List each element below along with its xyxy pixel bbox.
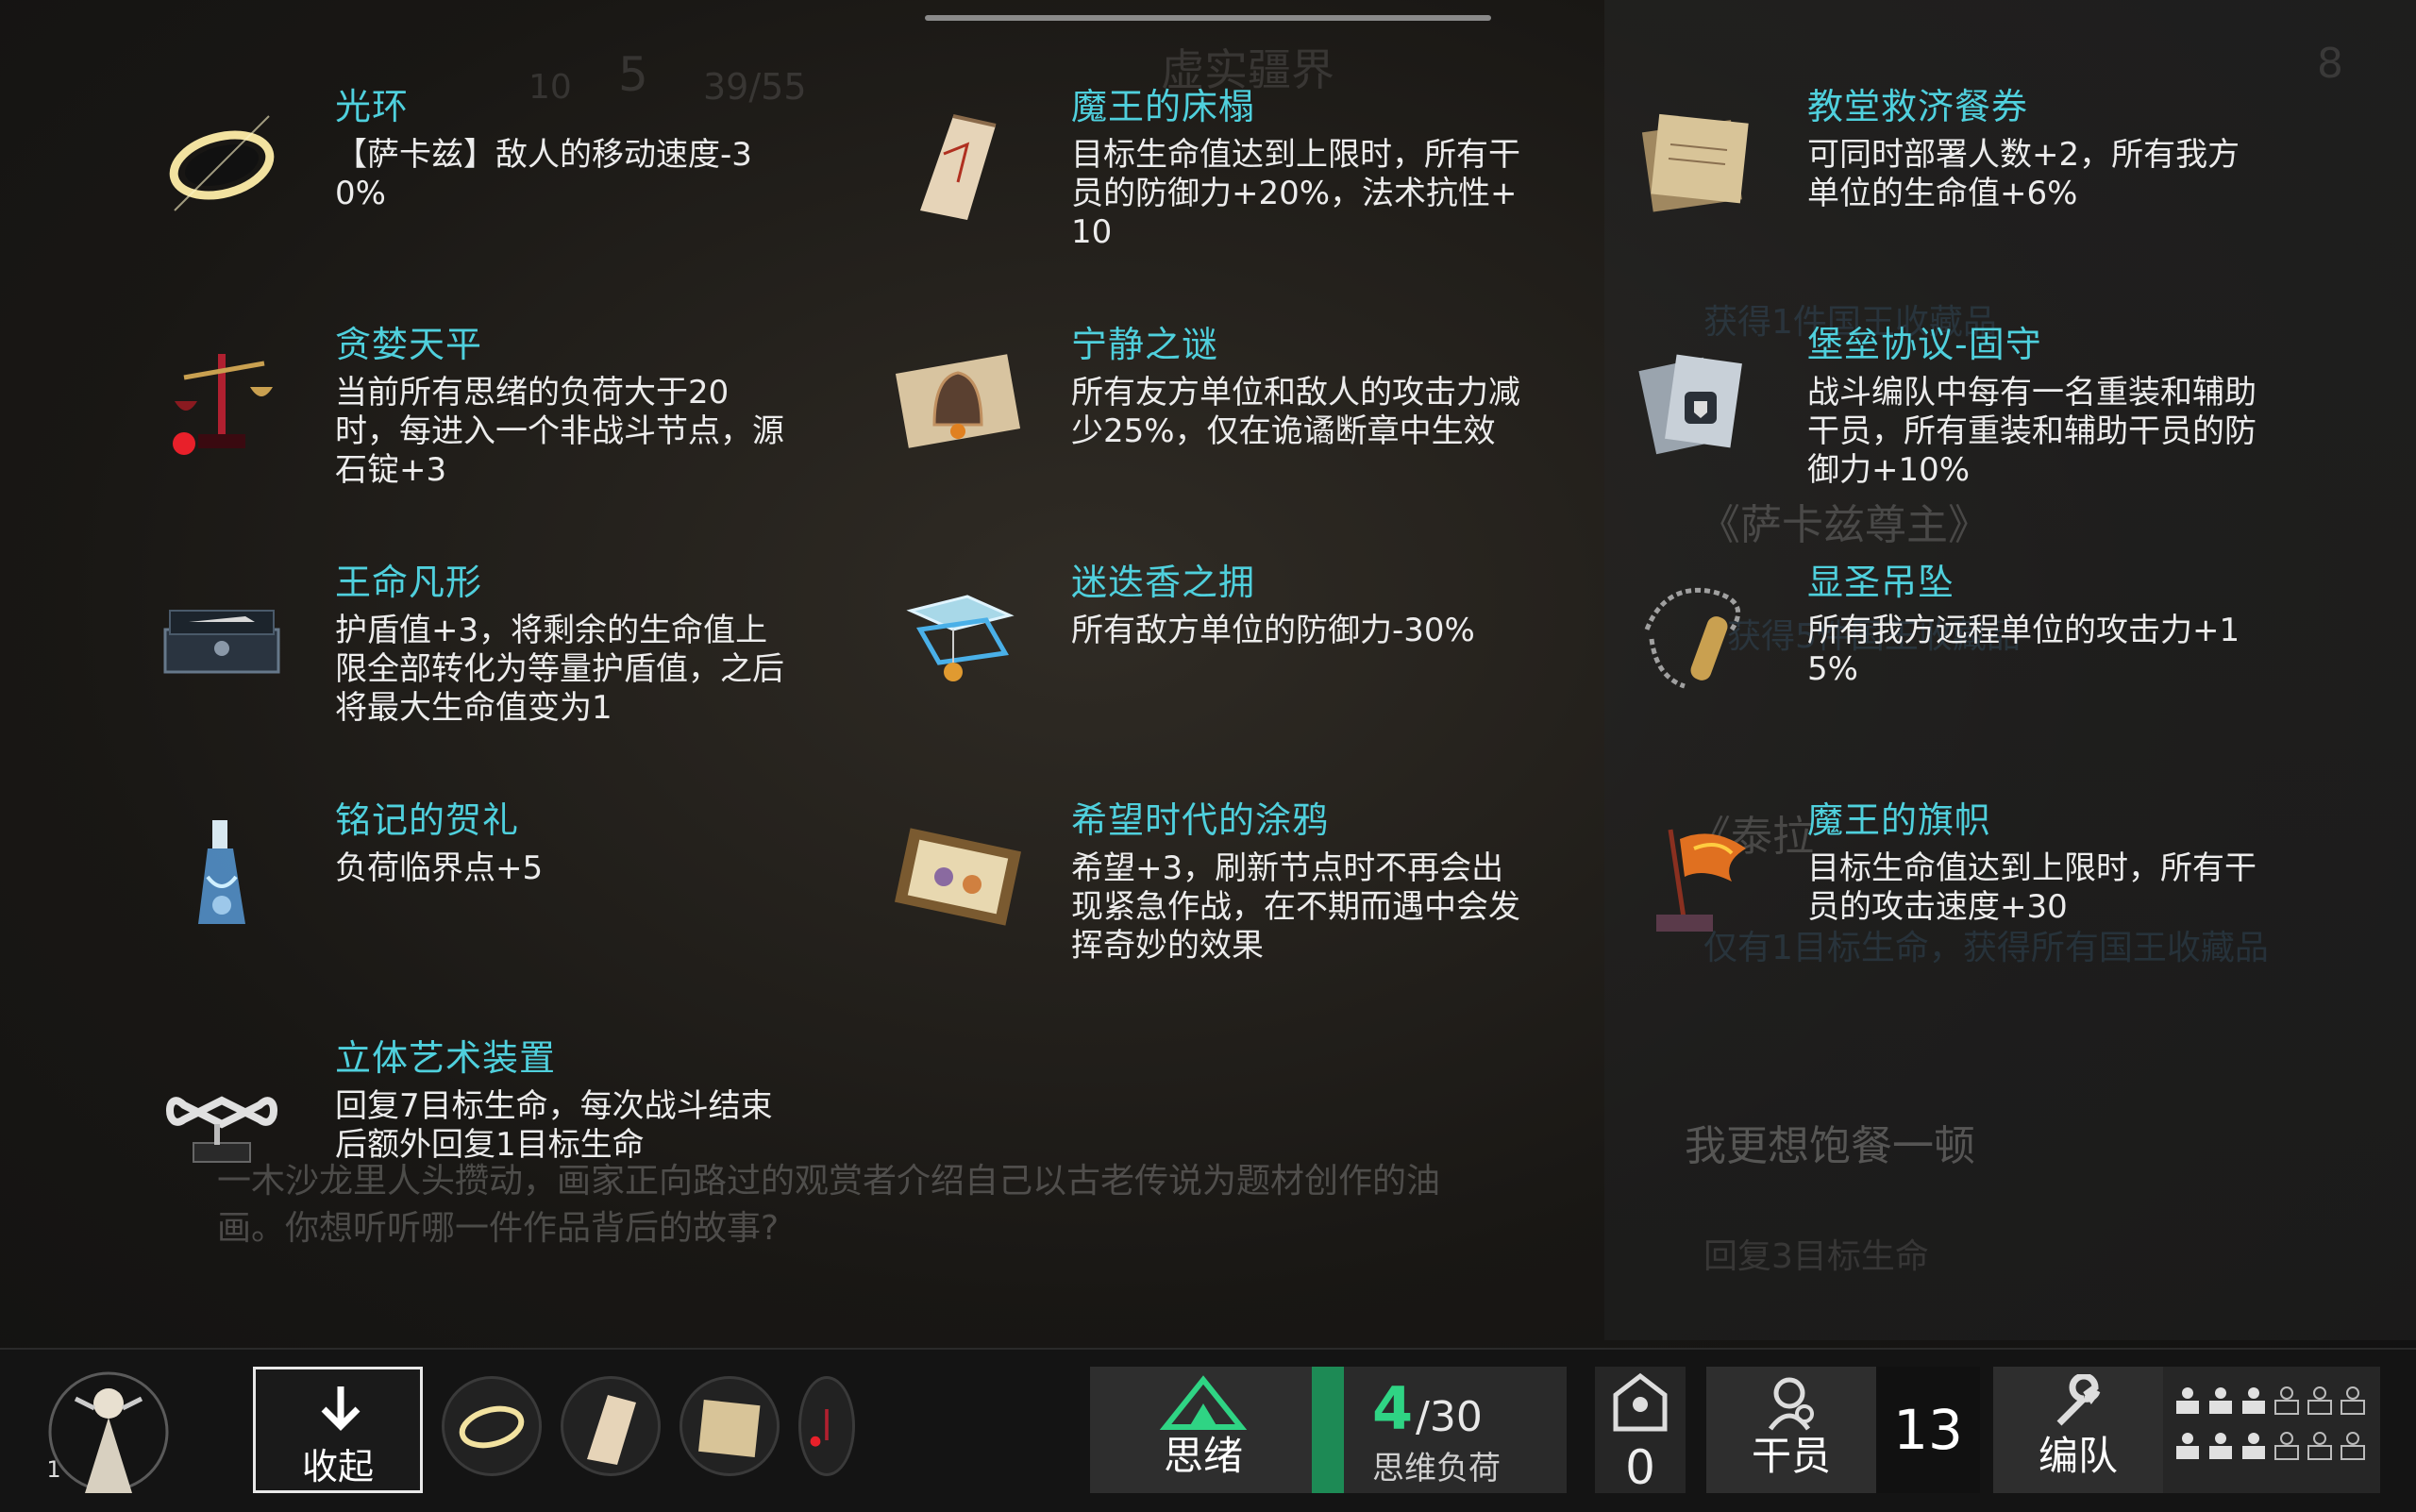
scroll-icon <box>587 1395 636 1465</box>
item-card[interactable]: 教堂救济餐券 可同时部署人数+2，所有我方单位的生命值+6% <box>1623 83 2359 300</box>
item-desc: 所有我方远程单位的攻击力+15% <box>1807 612 2240 688</box>
bg-option-sub: 回复3目标生命 <box>1703 1237 1929 1276</box>
collected-slot-papers[interactable] <box>680 1376 780 1476</box>
squad-label: 编队 <box>2038 1433 2118 1479</box>
item-card[interactable]: 铭记的贺礼 负荷临界点+5 <box>151 797 887 1014</box>
item-desc: 回复7目标生命，每次战斗结束后额外回复1目标生命 <box>335 1087 773 1164</box>
collected-slot-scale[interactable] <box>798 1376 855 1476</box>
item-desc: 希望+3，刷新节点时不再会出现紧急作战，在不期而遇中会发挥奇妙的效果 <box>1071 849 1520 965</box>
item-card[interactable]: 显圣吊坠 所有我方远程单位的攻击力+15% <box>1623 559 2359 776</box>
item-name: 迷迭香之拥 <box>1071 562 1256 603</box>
load-max: /30 <box>1416 1393 1483 1441</box>
item-card[interactable]: 魔王的旗帜 目标生命值达到上限时，所有干员的攻击速度+30 <box>1623 797 2359 1014</box>
collected-slot-halo[interactable] <box>442 1376 542 1476</box>
painting-icon <box>887 806 1029 948</box>
squad-slot <box>2340 1432 2365 1460</box>
item-name: 王命凡形 <box>335 562 483 603</box>
load-label: 思维负荷 <box>1372 1450 1501 1487</box>
collected-slot-scroll[interactable] <box>561 1376 661 1476</box>
flag-icon <box>1623 806 1765 948</box>
squad-slot <box>2242 1433 2265 1459</box>
wrench-icon <box>2056 1374 2101 1426</box>
item-card[interactable]: 魔王的床榻 目标生命值达到上限时，所有干员的防御力+20%，法术抗性+10 <box>887 83 1623 300</box>
cage-icon <box>887 568 1029 710</box>
hope-value: 0 <box>1625 1440 1655 1495</box>
item-desc: 可同时部署人数+2，所有我方单位的生命值+6% <box>1807 136 2240 212</box>
item-desc: 护盾值+3，将剩余的生命值上限全部转化为等量护盾值，之后将最大生命值变为1 <box>335 612 784 727</box>
item-card[interactable]: 贪婪天平 当前所有思绪的负荷大于20时，每进入一个非战斗节点，源石锭+3 <box>151 321 887 538</box>
item-card[interactable]: 王命凡形 护盾值+3，将剩余的生命值上限全部转化为等量护盾值，之后将最大生命值变… <box>151 559 887 776</box>
bg-top-right-num: 8 <box>2317 40 2343 88</box>
squad-slot <box>2242 1387 2265 1414</box>
item-name: 魔王的旗帜 <box>1807 799 1992 841</box>
item-name: 显圣吊坠 <box>1807 562 1955 603</box>
item-card[interactable]: 宁静之谜 所有友方单位和敌人的攻击力减少25%，仅在诡谲断章中生效 <box>887 321 1623 538</box>
pendant-icon <box>1623 568 1765 710</box>
squad-slot <box>2274 1386 2299 1415</box>
item-name: 宁静之谜 <box>1071 324 1219 365</box>
item-name: 贪婪天平 <box>335 324 483 365</box>
item-card[interactable]: 迷迭香之拥 所有敌方单位的防御力-30% <box>887 559 1623 776</box>
load-value: 4 <box>1372 1374 1414 1443</box>
operator-label: 干员 <box>1751 1433 1831 1479</box>
item-desc: 目标生命值达到上限时，所有干员的防御力+20%，法术抗性+10 <box>1071 136 1520 251</box>
load-indicator-bar <box>1312 1367 1344 1493</box>
item-desc: 当前所有思绪的负荷大于20时，每进入一个非战斗节点，源石锭+3 <box>335 374 784 489</box>
item-name: 魔王的床榻 <box>1071 86 1256 127</box>
squad-slot <box>2209 1387 2232 1414</box>
squad-slot <box>2307 1432 2332 1460</box>
collapse-label: 收起 <box>301 1446 374 1487</box>
squad-slots-grid <box>2163 1367 2380 1493</box>
bell-icon <box>887 330 1029 472</box>
operator-button[interactable]: 干员 <box>1706 1367 1876 1493</box>
thought-label: 思绪 <box>1163 1433 1243 1479</box>
item-desc: 目标生命值达到上限时，所有干员的攻击速度+30 <box>1807 849 2257 926</box>
papers-icon <box>698 1400 761 1457</box>
squad-slot <box>2176 1433 2199 1459</box>
drawer-handle[interactable] <box>925 15 1491 21</box>
arrow-down-icon <box>321 1386 361 1431</box>
operator-icon <box>1768 1377 1814 1431</box>
squad-slot <box>2176 1387 2199 1414</box>
case-icon <box>151 568 293 710</box>
squad-slot <box>2209 1433 2232 1459</box>
item-desc: 负荷临界点+5 <box>335 849 544 887</box>
item-card[interactable]: 堡垒协议-固守 战斗编队中每有一名重装和辅助干员，所有重装和辅助干员的防御力+1… <box>1623 321 2359 538</box>
item-name: 堡垒协议-固守 <box>1807 324 2042 365</box>
bottle-icon <box>151 806 293 948</box>
squad-slot <box>2307 1386 2332 1415</box>
scroll-icon <box>887 92 1029 234</box>
item-name: 教堂救济餐券 <box>1807 86 2029 127</box>
halo-icon <box>459 1405 525 1449</box>
squad-slot <box>2274 1432 2299 1460</box>
infinity-icon <box>151 1044 293 1185</box>
bg-option: 我更想饱餐一顿 <box>1685 1122 1975 1170</box>
item-card[interactable]: 立体艺术装置 回复7目标生命，每次战斗结束后额外回复1目标生命 <box>151 1034 887 1252</box>
item-name: 立体艺术装置 <box>335 1037 557 1079</box>
item-name: 希望时代的涂鸦 <box>1071 799 1330 841</box>
item-name: 光环 <box>335 86 410 127</box>
item-card[interactable]: 希望时代的涂鸦 希望+3，刷新节点时不再会出现紧急作战，在不期而遇中会发挥奇妙的… <box>887 797 1623 1014</box>
mind-load-panel: 4 /30 思维负荷 <box>1344 1367 1567 1493</box>
scale-icon <box>810 1409 829 1447</box>
squad-button[interactable]: 编队 <box>1993 1367 2163 1493</box>
thought-button[interactable]: 思绪 <box>1090 1367 1317 1493</box>
papers-icon <box>1623 92 1765 234</box>
squad-slot <box>2340 1386 2365 1415</box>
avatar-level: 1 <box>46 1456 61 1483</box>
item-desc: 所有敌方单位的防御力-30% <box>1071 612 1475 649</box>
cards-icon <box>1623 330 1765 472</box>
hope-icon <box>1613 1372 1668 1432</box>
operator-count: 13 <box>1876 1367 1980 1493</box>
item-desc: 战斗编队中每有一名重装和辅助干员，所有重装和辅助干员的防御力+10% <box>1807 374 2257 489</box>
item-name: 铭记的贺礼 <box>335 799 520 841</box>
item-card[interactable]: 光环 【萨卡兹】敌人的移动速度-30% <box>151 83 887 300</box>
collapse-button[interactable]: 收起 <box>253 1367 423 1493</box>
halo-icon <box>151 92 293 234</box>
scale-icon <box>151 330 293 472</box>
item-desc: 【萨卡兹】敌人的移动速度-30% <box>335 136 752 212</box>
item-desc: 所有友方单位和敌人的攻击力减少25%，仅在诡谲断章中生效 <box>1071 374 1520 450</box>
hope-counter: 0 <box>1595 1367 1686 1495</box>
